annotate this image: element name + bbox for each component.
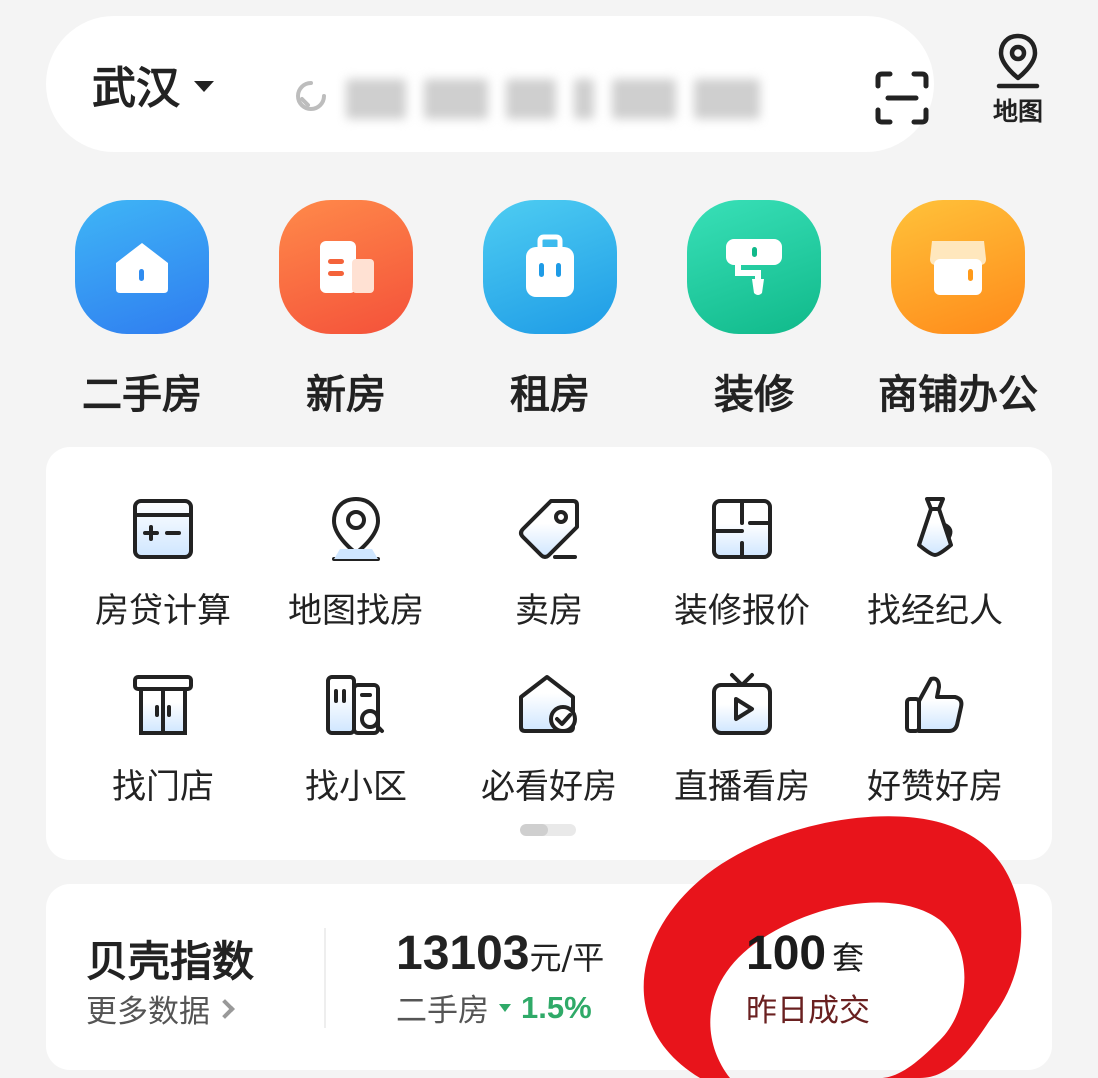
necktie-icon bbox=[917, 497, 953, 557]
category-second-hand[interactable]: 二手房 bbox=[40, 200, 244, 420]
search-icon bbox=[296, 81, 326, 111]
tool-find-store[interactable]: 找门店 bbox=[63, 669, 263, 819]
deal-count-stat[interactable]: 100 套 昨日成交 bbox=[746, 926, 870, 1030]
category-label: 商铺办公 bbox=[878, 372, 1038, 418]
tool-sell-house[interactable]: 卖房 bbox=[449, 493, 649, 643]
map-entry-label: 地图 bbox=[992, 97, 1043, 126]
category-label: 新房 bbox=[306, 372, 386, 418]
category-label: 二手房 bbox=[82, 372, 202, 418]
tool-mortgage-calculator[interactable]: 房贷计算 bbox=[63, 493, 263, 643]
city-name: 武汉 bbox=[92, 63, 180, 114]
main-categories: 二手房 新房 租房 装修 商铺办公 bbox=[40, 200, 1060, 420]
trend-down-icon bbox=[499, 1003, 511, 1012]
tool-must-see-homes[interactable]: 必看好房 bbox=[449, 669, 649, 819]
deal-count-label: 昨日成交 bbox=[746, 993, 870, 1029]
caret-down-icon bbox=[194, 80, 214, 92]
tool-label: 房贷计算 bbox=[95, 591, 231, 631]
building-doc-icon bbox=[279, 200, 413, 334]
tool-decoration-quote[interactable]: 装修报价 bbox=[642, 493, 842, 643]
avg-price-unit: 元/平 bbox=[529, 939, 605, 977]
tools-card: 房贷计算 地图找房 卖房 装修报价 找经纪人 找门店 找小区 必看好房 直播看房… bbox=[46, 447, 1052, 860]
more-data-label: 更多数据 bbox=[86, 994, 210, 1030]
avg-price-label: 二手房 bbox=[396, 993, 489, 1029]
calculator-icon bbox=[133, 499, 193, 559]
page-indicator bbox=[520, 824, 576, 836]
house-check-icon bbox=[519, 675, 577, 733]
category-commercial[interactable]: 商铺办公 bbox=[856, 200, 1060, 420]
category-decoration[interactable]: 装修 bbox=[652, 200, 856, 420]
more-data-link[interactable]: 更多数据 bbox=[86, 986, 235, 1031]
tool-label: 找门店 bbox=[112, 767, 214, 807]
scan-icon[interactable] bbox=[872, 68, 932, 128]
avg-price-change: 1.5% bbox=[521, 989, 592, 1025]
live-tv-icon bbox=[712, 673, 772, 735]
avg-price-value: 13103 bbox=[396, 927, 530, 980]
house-icon bbox=[75, 200, 209, 334]
tool-label: 好赞好房 bbox=[867, 767, 1003, 807]
tool-find-community[interactable]: 找小区 bbox=[256, 669, 456, 819]
location-pin-icon bbox=[996, 33, 1040, 89]
community-search-icon bbox=[326, 675, 384, 735]
category-new-house[interactable]: 新房 bbox=[244, 200, 448, 420]
tool-label: 找经纪人 bbox=[867, 591, 1003, 631]
tool-label: 地图找房 bbox=[288, 591, 424, 631]
tool-label: 找小区 bbox=[305, 767, 407, 807]
search-bar[interactable]: 武汉 bbox=[46, 16, 934, 152]
search-input[interactable] bbox=[346, 74, 760, 124]
floor-plan-icon bbox=[712, 499, 772, 559]
tool-live-viewing[interactable]: 直播看房 bbox=[642, 669, 842, 819]
index-title: 贝壳指数 bbox=[86, 937, 255, 986]
category-label: 装修 bbox=[714, 372, 794, 418]
category-rent[interactable]: 租房 bbox=[448, 200, 652, 420]
deal-count-unit: 套 bbox=[832, 939, 865, 977]
paint-roller-icon bbox=[687, 200, 821, 334]
map-pin-icon bbox=[332, 497, 380, 561]
suitcase-icon bbox=[483, 200, 617, 334]
divider bbox=[324, 928, 326, 1028]
map-entry-button[interactable]: 地图 bbox=[980, 32, 1056, 132]
store-door-icon bbox=[133, 675, 193, 735]
avg-price-stat[interactable]: 13103元/平 二手房 1.5% bbox=[396, 926, 604, 1030]
tool-map-search[interactable]: 地图找房 bbox=[256, 493, 456, 643]
deal-count-value: 100 bbox=[746, 927, 827, 980]
tool-find-agent[interactable]: 找经纪人 bbox=[835, 493, 1035, 643]
thumbs-up-icon bbox=[905, 676, 964, 733]
tool-praised-homes[interactable]: 好赞好房 bbox=[835, 669, 1035, 819]
index-card[interactable]: 贝壳指数 更多数据 13103元/平 二手房 1.5% 100 套 昨日成交 bbox=[46, 884, 1052, 1070]
tool-label: 必看好房 bbox=[481, 767, 617, 807]
chevron-right-icon bbox=[215, 998, 235, 1019]
price-tag-icon bbox=[519, 499, 579, 559]
tool-label: 卖房 bbox=[515, 591, 583, 631]
page-indicator-active bbox=[520, 824, 548, 836]
tool-label: 装修报价 bbox=[674, 591, 810, 631]
storefront-icon bbox=[891, 200, 1025, 334]
tool-label: 直播看房 bbox=[674, 767, 810, 807]
category-label: 租房 bbox=[510, 372, 590, 418]
city-selector[interactable]: 武汉 bbox=[92, 16, 214, 152]
